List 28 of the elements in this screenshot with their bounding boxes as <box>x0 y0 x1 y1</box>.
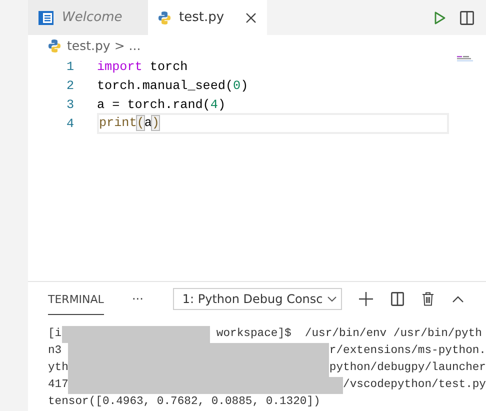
breadcrumb-file[interactable]: test.py <box>67 36 110 56</box>
chevron-up-icon[interactable] <box>452 294 464 302</box>
code-line: import torch <box>97 59 188 76</box>
more-actions-button[interactable]: ··· <box>132 290 144 308</box>
line-number: 3 <box>65 97 74 114</box>
add-icon[interactable] <box>359 292 374 306</box>
split-terminal-icon[interactable] <box>391 292 404 306</box>
breadcrumb-separator: > <box>114 36 125 55</box>
panel-tab[interactable]: TERMINAL <box>48 286 104 315</box>
code-line: a = torch.rand(4) <box>97 97 226 114</box>
terminal-output: [i workspace]$ /usr/bin/env /usr/bin/pyth n3 r/extensions/ms-python. yth python/debugpy/launcher 417 /vscodepython/test.py tensor([0.4963, 0.7682, 0.0885, 0.1320]) <box>47 325 486 410</box>
python-icon <box>48 39 61 53</box>
breadcrumb-more[interactable]: ... <box>128 36 141 56</box>
minimap-drawing <box>457 56 473 62</box>
line-number: 2 <box>65 78 74 95</box>
close-icon[interactable] <box>245 12 257 24</box>
code-line: torch.manual_seed(0) <box>97 78 248 95</box>
python-icon <box>158 10 171 24</box>
terminal-select[interactable]: 1: Python Debug Consc <box>173 288 342 310</box>
line-number: 1 <box>65 59 74 76</box>
chevron-down-icon <box>326 296 337 302</box>
welcome-icon <box>38 10 54 26</box>
line-number: 4 <box>65 116 74 133</box>
split-editor-icon[interactable] <box>460 10 474 24</box>
trash-icon[interactable] <box>422 292 434 306</box>
editor-tab[interactable]: Welcome <box>28 0 148 35</box>
run-icon[interactable] <box>434 10 446 24</box>
editor-tab[interactable]: test.py <box>148 0 267 35</box>
